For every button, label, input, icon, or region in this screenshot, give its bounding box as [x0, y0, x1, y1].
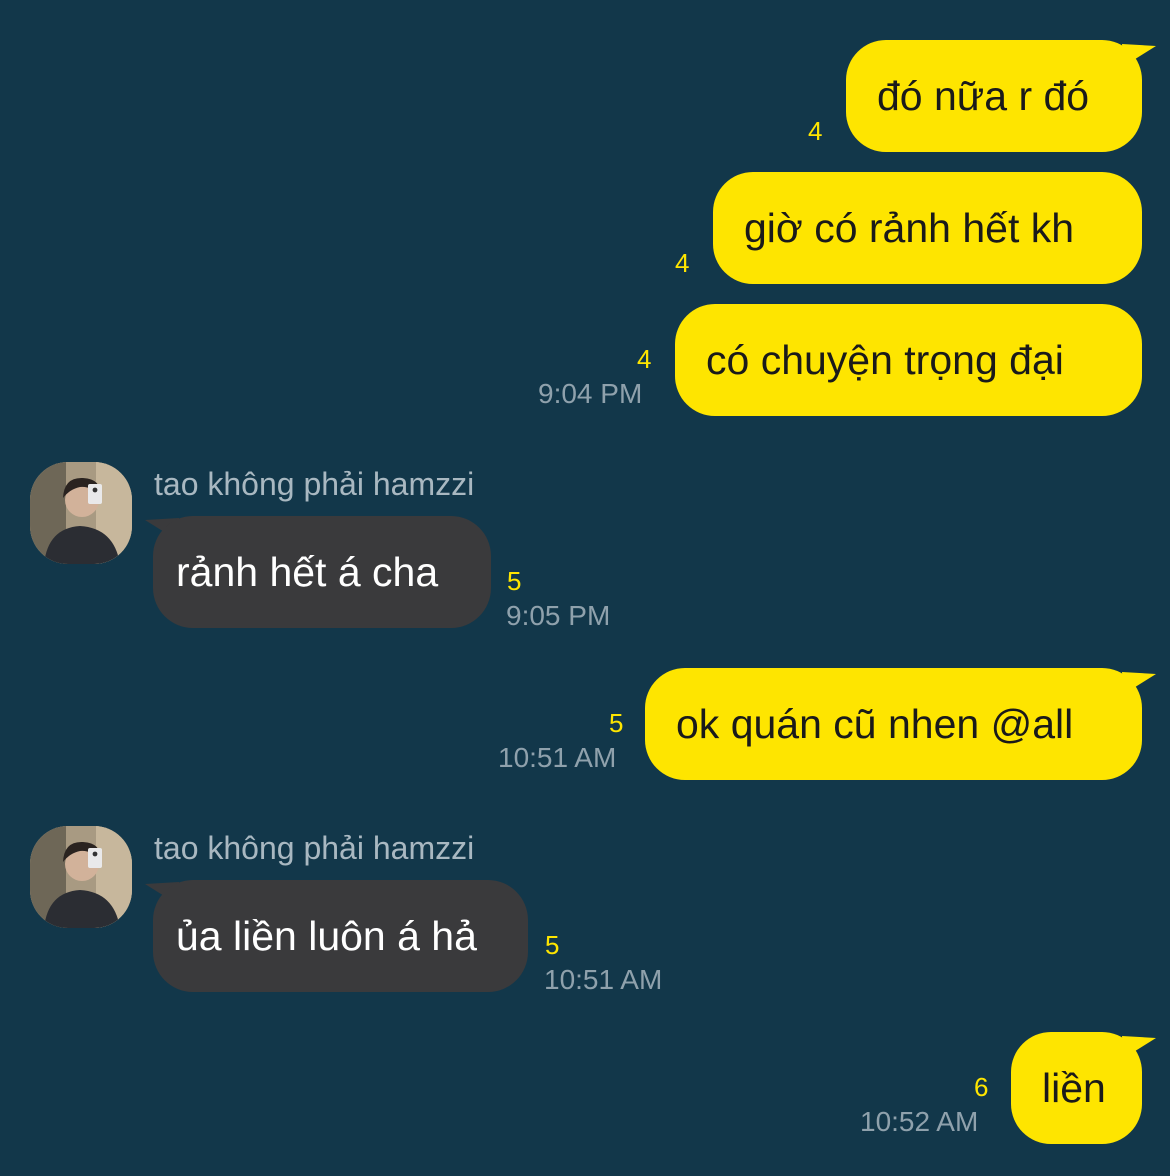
message-bubble[interactable]: ok quán cũ nhen @all [645, 668, 1142, 780]
unread-count: 4 [808, 116, 823, 146]
unread-count: 5 [545, 930, 560, 960]
unread-count: 4 [675, 248, 690, 278]
unread-count: 6 [974, 1072, 989, 1102]
unread-count: 5 [507, 566, 522, 596]
message-timestamp: 9:04 PM [538, 378, 643, 409]
message-timestamp: 10:51 AM [544, 964, 663, 995]
message-bubble[interactable]: có chuyện trọng đại [675, 304, 1142, 416]
unread-count: 4 [637, 344, 652, 374]
message-bubble[interactable]: đó nữa r đó [846, 40, 1142, 152]
user-avatar[interactable] [30, 826, 132, 928]
message-timestamp: 9:05 PM [506, 600, 611, 631]
avatar-photo [30, 462, 132, 564]
sender-name: tao không phải hamzzi [154, 830, 475, 866]
user-avatar[interactable] [30, 462, 132, 564]
message-bubble[interactable]: rảnh hết á cha [153, 516, 491, 628]
avatar-photo [30, 826, 132, 928]
message-bubble[interactable]: giờ có rảnh hết kh [713, 172, 1142, 284]
sender-name: tao không phải hamzzi [154, 466, 475, 502]
message-timestamp: 10:51 AM [498, 742, 617, 773]
message-bubble[interactable]: ủa liền luôn á hả [153, 880, 528, 992]
unread-count: 5 [609, 708, 624, 738]
message-timestamp: 10:52 AM [860, 1106, 979, 1137]
message-bubble[interactable]: liền [1011, 1032, 1142, 1144]
